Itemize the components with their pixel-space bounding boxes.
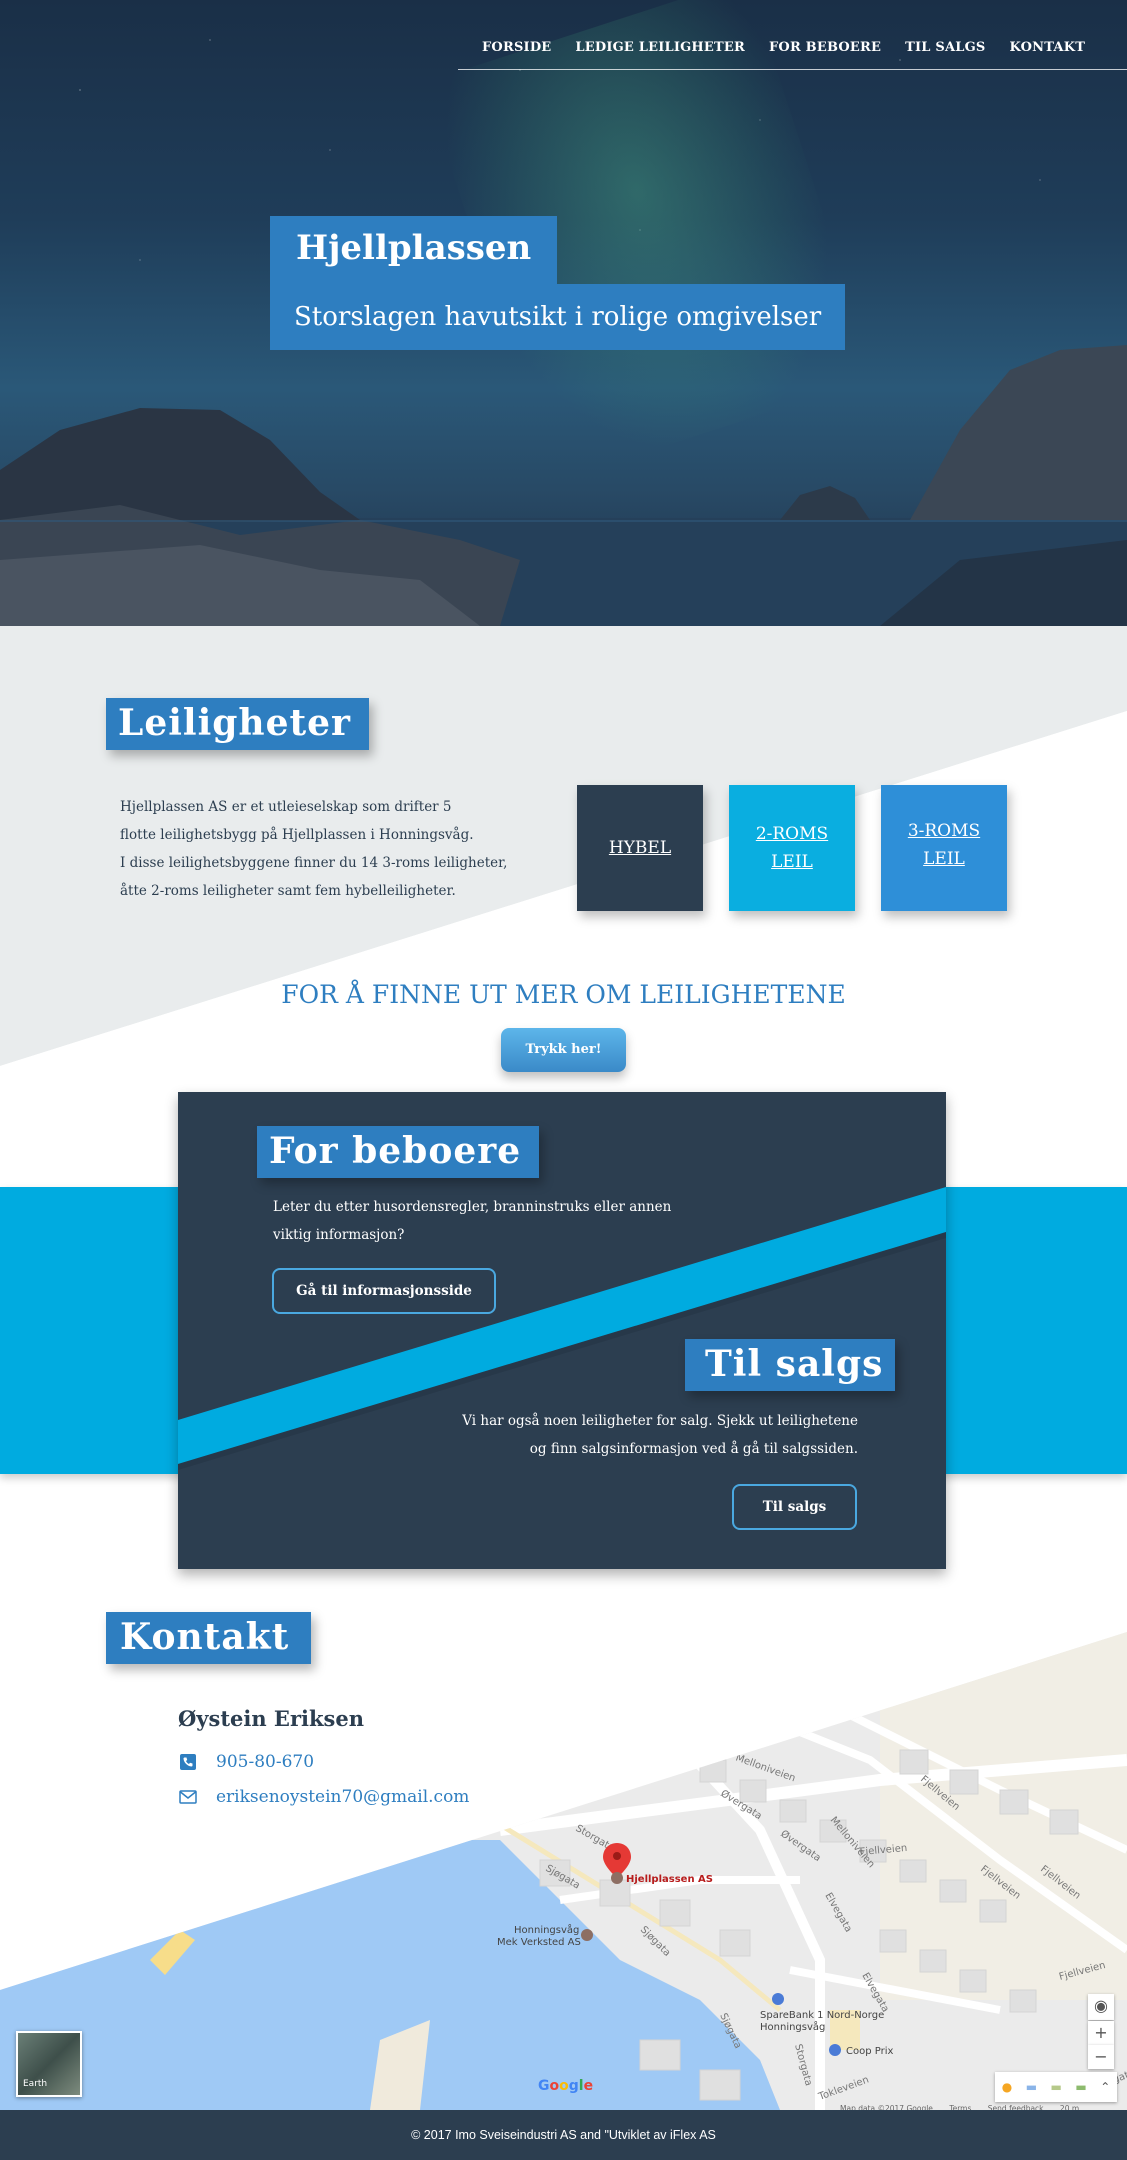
residents-heading: For beboere	[257, 1126, 540, 1178]
terrain-icon[interactable]: ▬	[1075, 2080, 1086, 2094]
map-street-label: Storgata	[792, 2043, 814, 2087]
map-zoom-out-button[interactable]: −	[1088, 2045, 1114, 2069]
sale-text-line: Vi har også noen leiligheter for salg. S…	[462, 1413, 858, 1429]
map-satellite-toggle[interactable]: Earth	[16, 2031, 82, 2097]
tile-label: 3-ROMS LEIL	[908, 817, 980, 873]
sale-button[interactable]: Til salgs	[732, 1484, 857, 1530]
more-info-button[interactable]: Trykk her!	[501, 1028, 626, 1072]
contact-phone[interactable]: 905-80-670	[216, 1752, 314, 1772]
more-info-title: FOR Å FINNE UT MER OM LEILIGHETENE	[281, 980, 846, 1009]
nav-item-for-beboere[interactable]: FOR BEBOERE	[769, 40, 881, 55]
google-logo-letter: g	[568, 2078, 579, 2094]
google-logo-letter: o	[549, 2078, 560, 2094]
contact-name: Øystein Eriksen	[178, 1706, 364, 1731]
nav-item-kontakt[interactable]: KONTAKT	[1009, 40, 1085, 55]
apartments-description: Hjellplassen AS er et utleieselskap som …	[120, 793, 520, 905]
tile-label-line: 2-ROMS	[755, 824, 829, 844]
tile-label: HYBEL	[608, 838, 672, 858]
contact-phone-row[interactable]: 905-80-670	[178, 1752, 314, 1772]
map-place-label: Mek Verksted AS	[497, 1937, 581, 1948]
tile-hybel[interactable]: HYBEL	[577, 785, 703, 911]
terrain-icon[interactable]: ▬	[1051, 2080, 1062, 2094]
map-place-label: SpareBank 1 Nord-Norge	[760, 2010, 884, 2021]
tile-label: 2-ROMS LEIL	[756, 820, 828, 876]
nav-item-ledige-leiligheter[interactable]: LEDIGE LEILIGHETER	[575, 40, 745, 55]
description-line: åtte 2-roms leiligheter samt fem hybelle…	[120, 883, 456, 899]
tile-3-roms[interactable]: 3-ROMS LEIL	[881, 785, 1007, 911]
sale-heading: Til salgs	[685, 1339, 896, 1391]
location-icon: ◉	[1094, 1996, 1108, 2015]
map-street-label: Storgata	[574, 1823, 617, 1854]
nav-item-forside[interactable]: FORSIDE	[482, 40, 551, 55]
map-street-label: Tokleveien	[816, 2074, 870, 2103]
phone-icon	[178, 1753, 198, 1771]
expand-icon[interactable]: ⌃	[1100, 2080, 1110, 2094]
map-place-label: Honningsvåg	[514, 1923, 579, 1936]
map-street-label: Sjøgata	[717, 2012, 743, 2051]
google-logo-letter: e	[583, 2078, 594, 2094]
map-controls-bar: ● ▬ ▬ ▬ ⌃	[995, 2072, 1117, 2102]
google-logo: Google	[538, 2078, 593, 2094]
footer-text: © 2017 Imo Sveiseindustri AS and "Utvikl…	[411, 2128, 716, 2142]
map-street-label: Melloniveien	[734, 1752, 797, 1784]
shopping-cart-icon	[829, 2044, 841, 2056]
top-navigation: FORSIDE LEDIGE LEILIGHETER FOR BEBOERE T…	[458, 0, 1127, 70]
sale-text: Vi har også noen leiligheter for salg. S…	[420, 1407, 858, 1463]
map-street-label: Øvergata	[778, 1828, 823, 1864]
hero-subtitle: Storslagen havutsikt i rolige omgivelser	[270, 284, 846, 350]
nav-item-til-salgs[interactable]: TIL SALGS	[905, 40, 985, 55]
map-type-icon[interactable]: ▬	[1026, 2080, 1037, 2094]
map-street-label: Fjellveien	[1058, 1960, 1107, 1983]
contact-heading: Kontakt	[106, 1612, 312, 1664]
sale-text-line: og finn salgsinformasjon ved å gå til sa…	[529, 1441, 858, 1457]
map-street-label: Sjøgata	[544, 1863, 582, 1891]
footer: © 2017 Imo Sveiseindustri AS and "Utvikl…	[0, 2110, 1127, 2160]
hero-section: FORSIDE LEDIGE LEILIGHETER FOR BEBOERE T…	[0, 0, 1127, 626]
map-street-label: Melloniveien	[828, 1815, 877, 1870]
tile-label-line: LEIL	[771, 852, 813, 872]
info-page-button[interactable]: Gå til informasjonsside	[272, 1268, 496, 1314]
description-line: flotte leilighetsbygg på Hjellplassen i …	[120, 827, 474, 843]
map-street-label: Øvergata	[718, 1787, 764, 1822]
tile-label-line: LEIL	[923, 849, 965, 869]
map-poi-icon	[581, 1929, 593, 1941]
pegman-icon[interactable]: ●	[1002, 2080, 1012, 2094]
envelope-icon	[178, 1788, 198, 1806]
bank-icon	[772, 1993, 784, 2005]
residents-text-line: Leter du etter husordensregler, brannins…	[273, 1199, 672, 1215]
tile-label-line: 3-ROMS	[907, 821, 981, 841]
map-marker-label: Hjellplassen AS	[626, 1874, 713, 1885]
map-zoom-in-button[interactable]: +	[1088, 2021, 1114, 2045]
hero-title: Hjellplassen	[270, 216, 558, 284]
map-street-label: Fjellveien	[1038, 1864, 1082, 1902]
apartments-heading: Leiligheter	[106, 698, 369, 750]
map-location-button[interactable]: ◉	[1088, 1994, 1114, 2020]
contact-email[interactable]: eriksenoystein70@gmail.com	[216, 1787, 469, 1807]
map-place-label: Honningsvåg	[760, 2020, 825, 2033]
description-line: Hjellplassen AS er et utleieselskap som …	[120, 799, 452, 815]
map-earth-label: Earth	[23, 2079, 48, 2089]
map-street-label: Fjellveien	[859, 1843, 907, 1858]
apartments-section: Leiligheter Hjellplassen AS er et utleie…	[0, 626, 1127, 1086]
contact-email-row[interactable]: eriksenoystein70@gmail.com	[178, 1787, 469, 1807]
map-street-label: Fjellveien	[978, 1864, 1022, 1902]
description-line: I disse leilighetsbyggene finner du 14 3…	[120, 855, 508, 871]
tile-2-roms[interactable]: 2-ROMS LEIL	[729, 785, 855, 911]
map-street-label: Elvegata	[822, 1891, 853, 1934]
google-logo-letter: o	[559, 2078, 569, 2094]
google-logo-letter: G	[538, 2078, 550, 2094]
map-marker-icon[interactable]	[603, 1843, 631, 1884]
residents-text-line: viktig informasjon?	[273, 1227, 405, 1243]
map-place-label: Coop Prix	[846, 2046, 893, 2057]
residents-text: Leter du etter husordensregler, brannins…	[273, 1193, 693, 1249]
map-street-label: Elvegata	[859, 1971, 890, 2014]
map-street-label: Sjøgata	[638, 1924, 672, 1958]
map-street-label: Fjellveien	[918, 1774, 962, 1813]
